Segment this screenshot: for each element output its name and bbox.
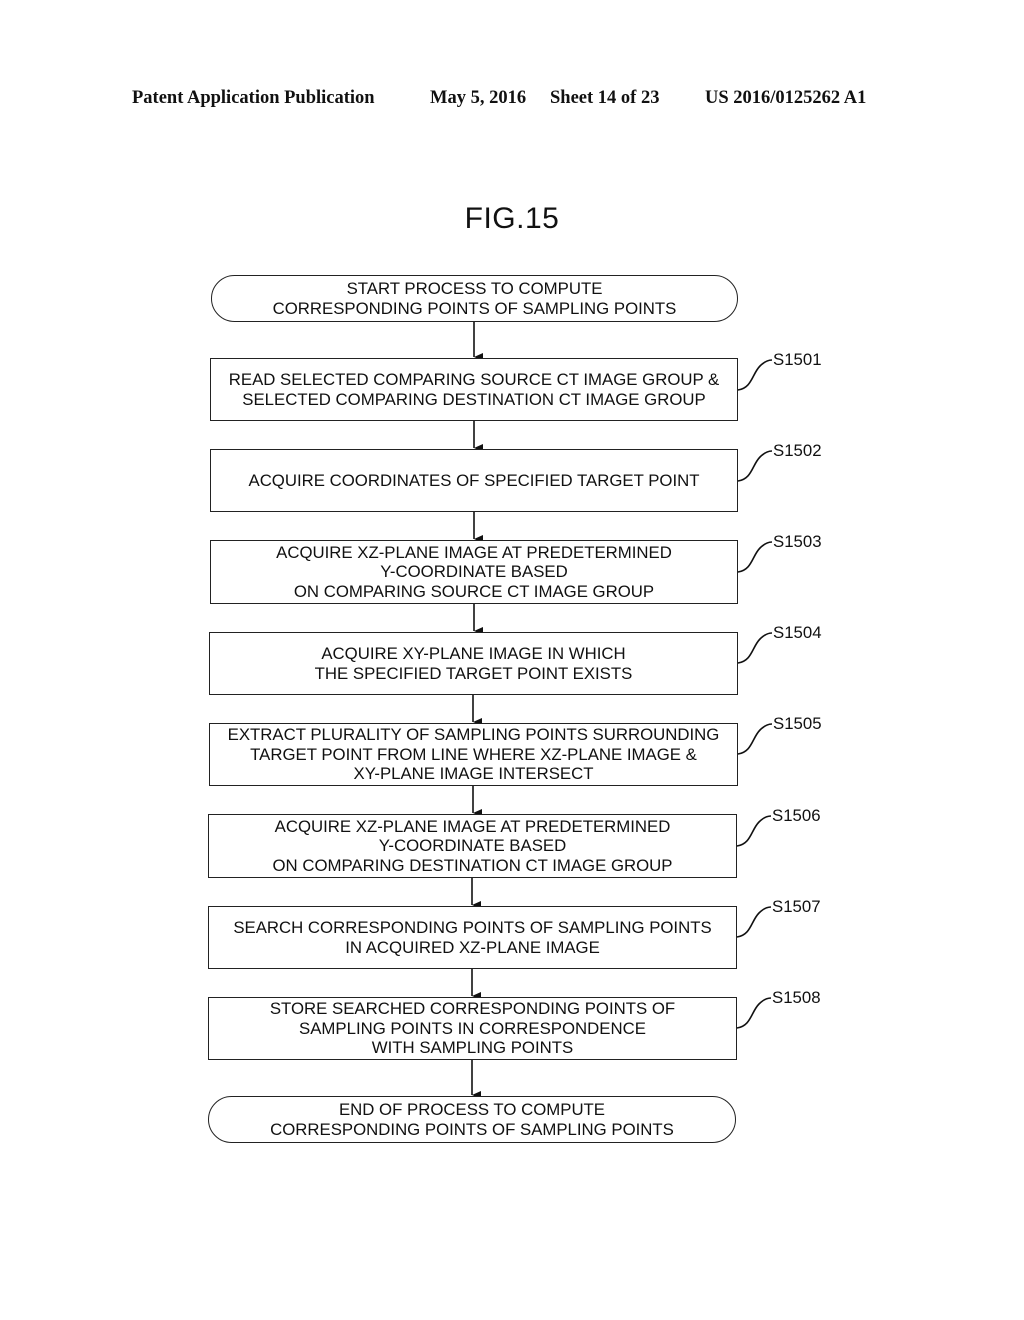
step-label-s1506: S1506 <box>772 806 821 825</box>
step-label-s1501: S1501 <box>773 350 822 369</box>
step-box-s1507: SEARCH CORRESPONDING POINTS OF SAMPLING … <box>208 906 737 969</box>
step-box-s1504: ACQUIRE XY-PLANE IMAGE IN WHICH THE SPEC… <box>209 632 738 695</box>
end-terminal: END OF PROCESS TO COMPUTE CORRESPONDING … <box>208 1096 736 1143</box>
leader-s1508 <box>736 997 772 1029</box>
start-terminal: START PROCESS TO COMPUTE CORRESPONDING P… <box>211 275 738 322</box>
step-label-s1508: S1508 <box>772 988 821 1007</box>
step-box-s1501: READ SELECTED COMPARING SOURCE CT IMAGE … <box>210 358 738 421</box>
step-label-s1504: S1504 <box>773 623 822 642</box>
leader-s1506 <box>736 815 772 847</box>
leader-s1502 <box>737 450 773 482</box>
leader-s1501 <box>737 359 773 391</box>
step-label-s1505: S1505 <box>773 714 822 733</box>
step-box-s1502: ACQUIRE COORDINATES OF SPECIFIED TARGET … <box>210 449 738 512</box>
step-label-s1507: S1507 <box>772 897 821 916</box>
step-box-s1508: STORE SEARCHED CORRESPONDING POINTS OF S… <box>208 997 737 1060</box>
leader-s1503 <box>737 541 773 573</box>
leader-s1507 <box>736 906 772 938</box>
step-label-s1502: S1502 <box>773 441 822 460</box>
step-box-s1503: ACQUIRE XZ-PLANE IMAGE AT PREDETERMINED … <box>210 540 738 604</box>
leader-s1504 <box>737 632 773 664</box>
leader-s1505 <box>737 723 773 755</box>
step-box-s1506: ACQUIRE XZ-PLANE IMAGE AT PREDETERMINED … <box>208 814 737 878</box>
step-label-s1503: S1503 <box>773 532 822 551</box>
step-box-s1505: EXTRACT PLURALITY OF SAMPLING POINTS SUR… <box>209 723 738 786</box>
